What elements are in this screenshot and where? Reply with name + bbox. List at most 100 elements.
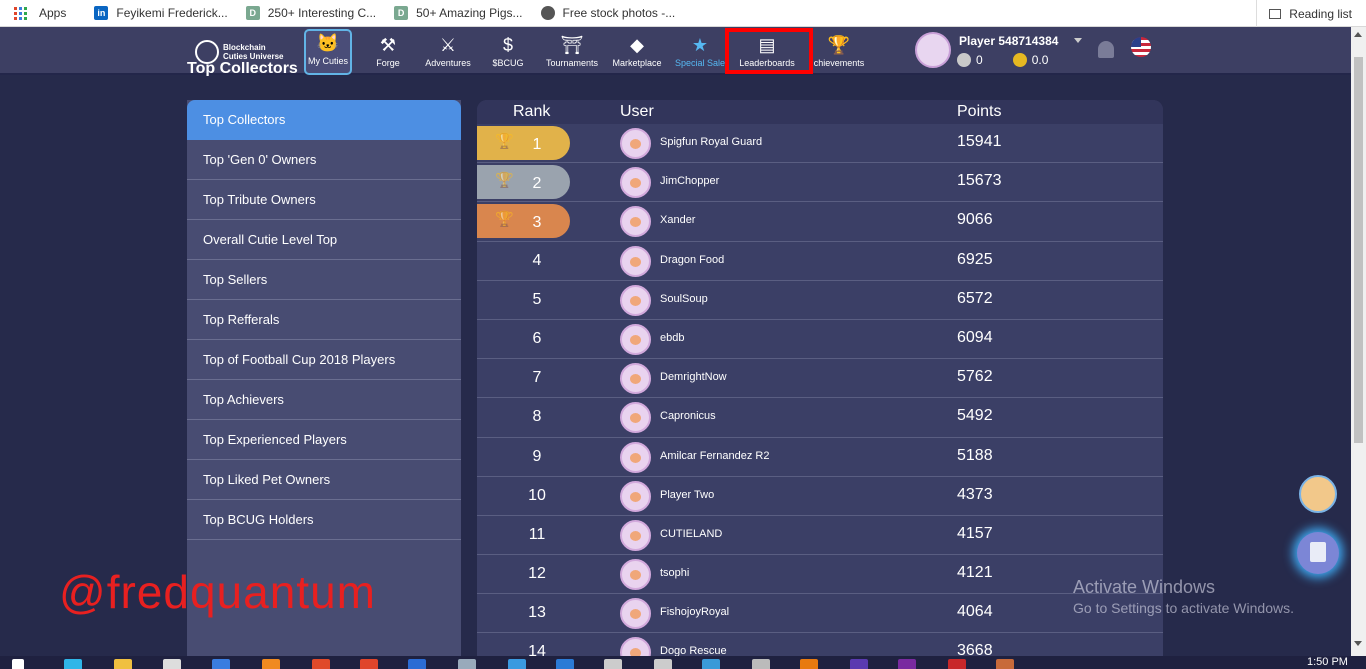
avatar[interactable] — [620, 284, 651, 316]
reading-list-button[interactable]: Reading list — [1256, 0, 1352, 27]
app-icon[interactable] — [312, 659, 330, 669]
app-icon[interactable] — [262, 659, 280, 669]
avatar[interactable] — [620, 206, 651, 238]
avatar[interactable] — [620, 323, 651, 355]
bookmark-item[interactable]: in Feyikemi Frederick... — [94, 6, 228, 20]
clipboard-button[interactable] — [1297, 532, 1339, 574]
star-icon: ★ — [691, 35, 709, 55]
nav-achievements[interactable]: 🏆 chievements — [812, 27, 866, 75]
table-row[interactable]: 9 Amilcar Fernandez R2 5188 — [477, 438, 1163, 477]
app-icon[interactable] — [458, 659, 476, 669]
store-icon[interactable] — [163, 659, 181, 669]
nav-bcug[interactable]: $ $BCUG — [488, 27, 528, 75]
table-row[interactable]: 🏆 1 Spigfun Royal Guard 15941 — [477, 124, 1163, 164]
bookmark-apps[interactable]: Apps — [14, 6, 66, 20]
nav-tournaments[interactable]: ⛩ Tournaments — [543, 27, 601, 75]
table-row[interactable]: 8 Capronicus 5492 — [477, 398, 1163, 438]
app-icon[interactable] — [996, 659, 1014, 669]
table-row[interactable]: 6 ebdb 6094 — [477, 320, 1163, 360]
nav-my-cuties[interactable]: 🐱 My Cuties — [304, 29, 352, 75]
sidebar-item-bcug-holders[interactable]: Top BCUG Holders — [187, 500, 461, 540]
avatar[interactable] — [620, 598, 651, 630]
nav-special-sale[interactable]: ★ Special Sale — [674, 27, 726, 75]
table-header: Rank User Points — [477, 100, 1163, 124]
chevron-down-icon[interactable] — [1074, 38, 1082, 43]
bookmark-item[interactable]: D 50+ Amazing Pigs... — [394, 6, 523, 20]
sidebar-item-experienced-players[interactable]: Top Experienced Players — [187, 420, 461, 460]
sidebar-item-liked-pet-owners[interactable]: Top Liked Pet Owners — [187, 460, 461, 500]
scroll-down-icon[interactable] — [1354, 641, 1362, 646]
user-name[interactable]: tsophi — [660, 567, 689, 579]
settings-icon[interactable] — [604, 659, 622, 669]
bell-icon[interactable] — [1098, 41, 1114, 58]
user-name[interactable]: SoulSoup — [660, 293, 708, 305]
avatar[interactable] — [620, 559, 651, 591]
table-row[interactable]: 12 tsophi 4121 — [477, 555, 1163, 595]
us-flag-icon[interactable] — [1131, 37, 1151, 57]
user-name[interactable]: Amilcar Fernandez R2 — [660, 450, 769, 462]
user-name[interactable]: CUTIELAND — [660, 528, 722, 540]
app-icon[interactable] — [752, 659, 770, 669]
nav-marketplace[interactable]: ◆ Marketplace — [611, 27, 663, 75]
user-name[interactable]: Player Two — [660, 489, 714, 501]
illustrator-icon[interactable] — [800, 659, 818, 669]
help-mascot-button[interactable] — [1299, 475, 1337, 513]
sidebar-item-top-achievers[interactable]: Top Achievers — [187, 380, 461, 420]
table-row[interactable]: 10 Player Two 4373 — [477, 477, 1163, 516]
acrobat-icon[interactable] — [948, 659, 966, 669]
table-row[interactable]: 11 CUTIELAND 4157 — [477, 516, 1163, 556]
windows-start-icon[interactable] — [12, 659, 24, 669]
table-row[interactable]: 13 FishojoyRoyal 4064 — [477, 594, 1163, 634]
table-row[interactable]: 🏆 2 JimChopper 15673 — [477, 163, 1163, 203]
nav-adventures[interactable]: ⚔ Adventures — [423, 27, 473, 75]
table-row[interactable]: 5 SoulSoup 6572 — [477, 281, 1163, 320]
avatar[interactable] — [620, 363, 651, 395]
avatar[interactable] — [620, 402, 651, 434]
page-scrollbar[interactable] — [1351, 27, 1366, 656]
word-icon[interactable] — [408, 659, 426, 669]
bookmark-item[interactable]: D 250+ Interesting C... — [245, 6, 376, 20]
avatar[interactable] — [620, 128, 651, 159]
activation-subtitle: Go to Settings to activate Windows. — [1073, 600, 1294, 616]
avatar[interactable] — [620, 441, 651, 473]
sidebar-item-top-sellers[interactable]: Top Sellers — [187, 260, 461, 300]
linkedin-icon: in — [94, 6, 109, 20]
app-icon[interactable] — [508, 659, 526, 669]
avatar[interactable] — [620, 167, 651, 199]
avatar[interactable] — [620, 480, 651, 512]
user-name[interactable]: ebdb — [660, 332, 684, 344]
app-icon[interactable] — [556, 659, 574, 669]
user-name[interactable]: FishojoyRoyal — [660, 606, 729, 618]
avatar[interactable] — [620, 245, 651, 277]
sidebar-item-cutie-level[interactable]: Overall Cutie Level Top — [187, 220, 461, 260]
nav-forge[interactable]: ⚒ Forge — [368, 27, 408, 75]
table-row[interactable]: 7 DemrightNow 5762 — [477, 359, 1163, 399]
edge-icon[interactable] — [64, 659, 82, 669]
user-name[interactable]: Spigfun Royal Guard — [660, 136, 762, 148]
sidebar-item-gen0-owners[interactable]: Top 'Gen 0' Owners — [187, 140, 461, 180]
sidebar-item-top-collectors[interactable]: Top Collectors — [187, 100, 461, 140]
sidebar-item-tribute-owners[interactable]: Top Tribute Owners — [187, 180, 461, 220]
user-name[interactable]: DemrightNow — [660, 371, 727, 383]
mail-icon[interactable] — [212, 659, 230, 669]
anvil-icon: ⚒ — [379, 35, 397, 55]
user-name[interactable]: Xander — [660, 214, 695, 226]
user-name[interactable]: JimChopper — [660, 175, 719, 187]
settings-icon[interactable] — [654, 659, 672, 669]
table-row[interactable]: 4 Dragon Food 6925 — [477, 242, 1163, 281]
sidebar-item-top-referrals[interactable]: Top Refferals — [187, 300, 461, 340]
chrome-icon[interactable] — [360, 659, 378, 669]
premiere-icon[interactable] — [898, 659, 916, 669]
scrollbar-thumb[interactable] — [1354, 57, 1363, 443]
folder-icon[interactable] — [114, 659, 132, 669]
windows-taskbar: 1:50 PM — [0, 656, 1366, 669]
bookmark-item[interactable]: Free stock photos -... — [540, 6, 675, 20]
scroll-up-icon[interactable] — [1354, 32, 1362, 37]
sidebar-item-football-cup[interactable]: Top of Football Cup 2018 Players — [187, 340, 461, 380]
user-name[interactable]: Dragon Food — [660, 254, 724, 266]
table-row[interactable]: 🏆 3 Xander 9066 — [477, 202, 1163, 242]
avatar[interactable] — [620, 519, 651, 551]
photoshop-icon[interactable] — [702, 659, 720, 669]
after-effects-icon[interactable] — [850, 659, 868, 669]
user-name[interactable]: Capronicus — [660, 410, 716, 422]
